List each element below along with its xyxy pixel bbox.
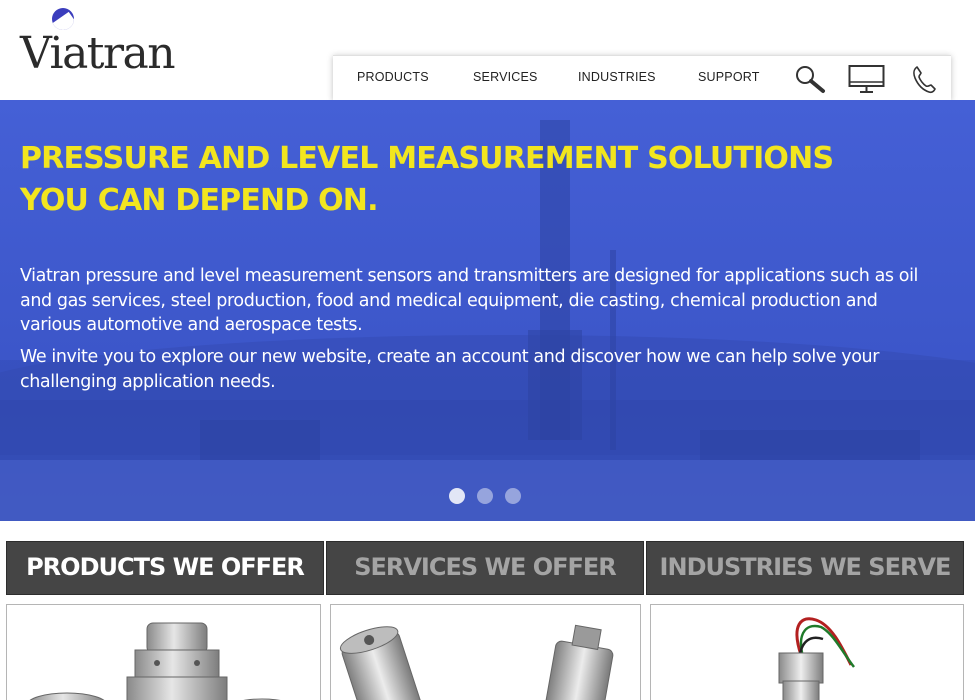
hero-title: PRESSURE AND LEVEL MEASUREMENT SOLUTIONS… <box>20 138 920 222</box>
hero-description-line: and gas services, steel production, food… <box>20 290 878 311</box>
search-icon[interactable] <box>794 64 828 98</box>
hero-title-line2: YOU CAN DEPEND ON. <box>20 183 378 218</box>
nav-industries[interactable]: INDUSTRIES <box>578 70 656 84</box>
hero-title-line1: PRESSURE AND LEVEL MEASUREMENT SOLUTIONS <box>20 141 834 176</box>
viatran-logo[interactable]: Viatran <box>20 6 176 98</box>
hero-invitation-line: We invite you to explore our new website… <box>20 347 880 367</box>
logo-wordmark: Viatran <box>20 28 176 79</box>
main-nav: PRODUCTS SERVICES INDUSTRIES SUPPORT <box>333 55 951 100</box>
hero-description-line: various automotive and aerospace tests. <box>20 315 363 335</box>
tab-industries[interactable]: INDUSTRIES WE SERVE <box>646 541 964 595</box>
carousel-dot-1[interactable] <box>449 488 465 504</box>
product-card[interactable] <box>6 604 321 700</box>
tab-industries-label: INDUSTRIES WE SERVE <box>659 553 952 581</box>
site-header: Viatran PRODUCTS SERVICES INDUSTRIES SUP… <box>0 0 975 100</box>
carousel-dot-2[interactable] <box>477 488 493 504</box>
hero-invitation-line: challenging application needs. <box>20 371 276 392</box>
nav-support[interactable]: SUPPORT <box>698 70 760 84</box>
logo-mark-icon <box>52 8 74 30</box>
pressure-transducer-image <box>29 622 281 700</box>
hero-description-line: Viatran pressure and level measurement s… <box>20 266 919 286</box>
hero-banner: PRESSURE AND LEVEL MEASUREMENT SOLUTIONS… <box>0 100 975 521</box>
carousel-dot-3[interactable] <box>505 488 521 504</box>
tab-products[interactable]: PRODUCTS WE OFFER <box>6 541 324 595</box>
product-card[interactable] <box>330 604 641 700</box>
product-card[interactable] <box>650 604 964 700</box>
tab-services-label: SERVICES WE OFFER <box>354 553 617 581</box>
tab-products-label: PRODUCTS WE OFFER <box>26 553 305 581</box>
hero-description: Viatran pressure and level measurement s… <box>20 264 960 338</box>
tab-services[interactable]: SERVICES WE OFFER <box>326 541 644 595</box>
pressure-sensor-image <box>778 617 855 700</box>
level-transmitter-image <box>339 624 614 700</box>
nav-services[interactable]: SERVICES <box>473 70 538 84</box>
nav-products[interactable]: PRODUCTS <box>357 70 429 84</box>
monitor-icon[interactable] <box>848 64 886 98</box>
hero-tanks <box>200 420 320 460</box>
hero-buildings <box>700 430 920 460</box>
hero-invitation: We invite you to explore our new website… <box>20 345 960 394</box>
phone-icon[interactable] <box>911 64 937 98</box>
